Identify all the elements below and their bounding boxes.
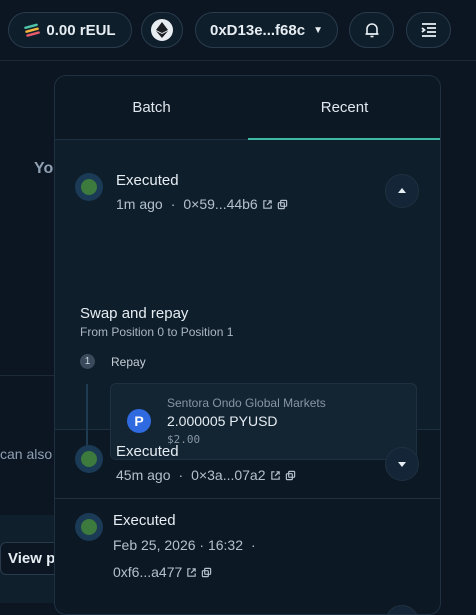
status-icon <box>75 513 103 541</box>
wallet-address-button[interactable]: 0xD13e...f68c ▼ <box>195 12 338 48</box>
market-name: Sentora Ondo Global Markets <box>167 396 326 410</box>
chevron-down-icon: ▼ <box>313 24 323 36</box>
operation-subtitle: From Position 0 to Position 1 <box>80 325 234 339</box>
transaction-hash-link[interactable]: 0×3a...07a2 <box>191 467 265 483</box>
transaction-time: 1m ago <box>116 196 163 212</box>
transaction-time: 45m ago <box>116 467 171 483</box>
menu-button[interactable] <box>406 12 451 48</box>
status-icon <box>75 445 103 473</box>
transaction-status: Executed <box>116 443 179 460</box>
expand-button[interactable] <box>385 605 419 614</box>
copy-icon[interactable] <box>285 470 296 481</box>
transaction-item: Executed 1m ago · 0×59...44b6 Swap and r… <box>55 140 440 460</box>
transaction-meta: 45m ago · 0×3a...07a2 <box>116 467 296 483</box>
transaction-datetime: Feb 25, 2026 · 16:32 <box>113 537 243 553</box>
transaction-date: Feb 25, 2026 · 16:32 · <box>113 537 256 553</box>
expand-button[interactable] <box>385 447 419 481</box>
transaction-meta: 1m ago · 0×59...44b6 <box>116 196 288 212</box>
tab-batch[interactable]: Batch <box>55 76 248 139</box>
operation-title: Swap and repay <box>80 305 189 322</box>
wallet-address: 0xD13e...f68c <box>210 21 306 39</box>
copy-icon[interactable] <box>201 567 212 578</box>
transaction-hash-row: 0xf6...a477 <box>113 564 212 580</box>
view-button[interactable]: View p <box>0 542 60 575</box>
chevron-down-icon <box>398 462 406 467</box>
transaction-status: Executed <box>116 172 179 189</box>
transactions-panel: Batch Recent Executed 1m ago · 0×59...44… <box>54 75 441 615</box>
external-link-icon[interactable] <box>262 199 273 210</box>
notifications-button[interactable] <box>349 12 394 48</box>
top-bar: 0.00 rEUL 0xD13e...f68c ▼ <box>0 0 476 61</box>
reul-balance-button[interactable]: 0.00 rEUL <box>8 12 132 48</box>
background-text: can also <box>0 446 53 462</box>
ethereum-icon <box>151 19 173 41</box>
asset-amount: 2.000005 PYUSD <box>167 413 278 429</box>
tab-bar: Batch Recent <box>55 76 440 140</box>
transaction-status: Executed <box>113 512 176 529</box>
balance-text: 0.00 rEUL <box>46 21 116 39</box>
copy-icon[interactable] <box>277 199 288 210</box>
chevron-up-icon <box>398 188 406 193</box>
transaction-item[interactable]: Executed 45m ago · 0×3a...07a2 <box>55 430 440 499</box>
transaction-hash-link[interactable]: 0×59...44b6 <box>183 196 257 212</box>
step-label: Repay <box>111 355 146 369</box>
external-link-icon[interactable] <box>270 470 281 481</box>
transaction-hash-link[interactable]: 0xf6...a477 <box>113 564 182 580</box>
step-number: 1 <box>80 354 95 369</box>
reul-logo-icon <box>24 23 41 37</box>
menu-icon <box>420 23 436 37</box>
transaction-item[interactable]: Executed Feb 25, 2026 · 16:32 · 0xf6...a… <box>55 499 440 614</box>
bell-icon <box>365 23 378 38</box>
network-selector[interactable] <box>141 12 183 48</box>
collapse-button[interactable] <box>385 174 419 208</box>
status-icon <box>75 173 103 201</box>
divider <box>0 375 54 376</box>
external-link-icon[interactable] <box>186 567 197 578</box>
background-text: Yo <box>34 160 54 177</box>
tab-recent[interactable]: Recent <box>248 76 440 140</box>
